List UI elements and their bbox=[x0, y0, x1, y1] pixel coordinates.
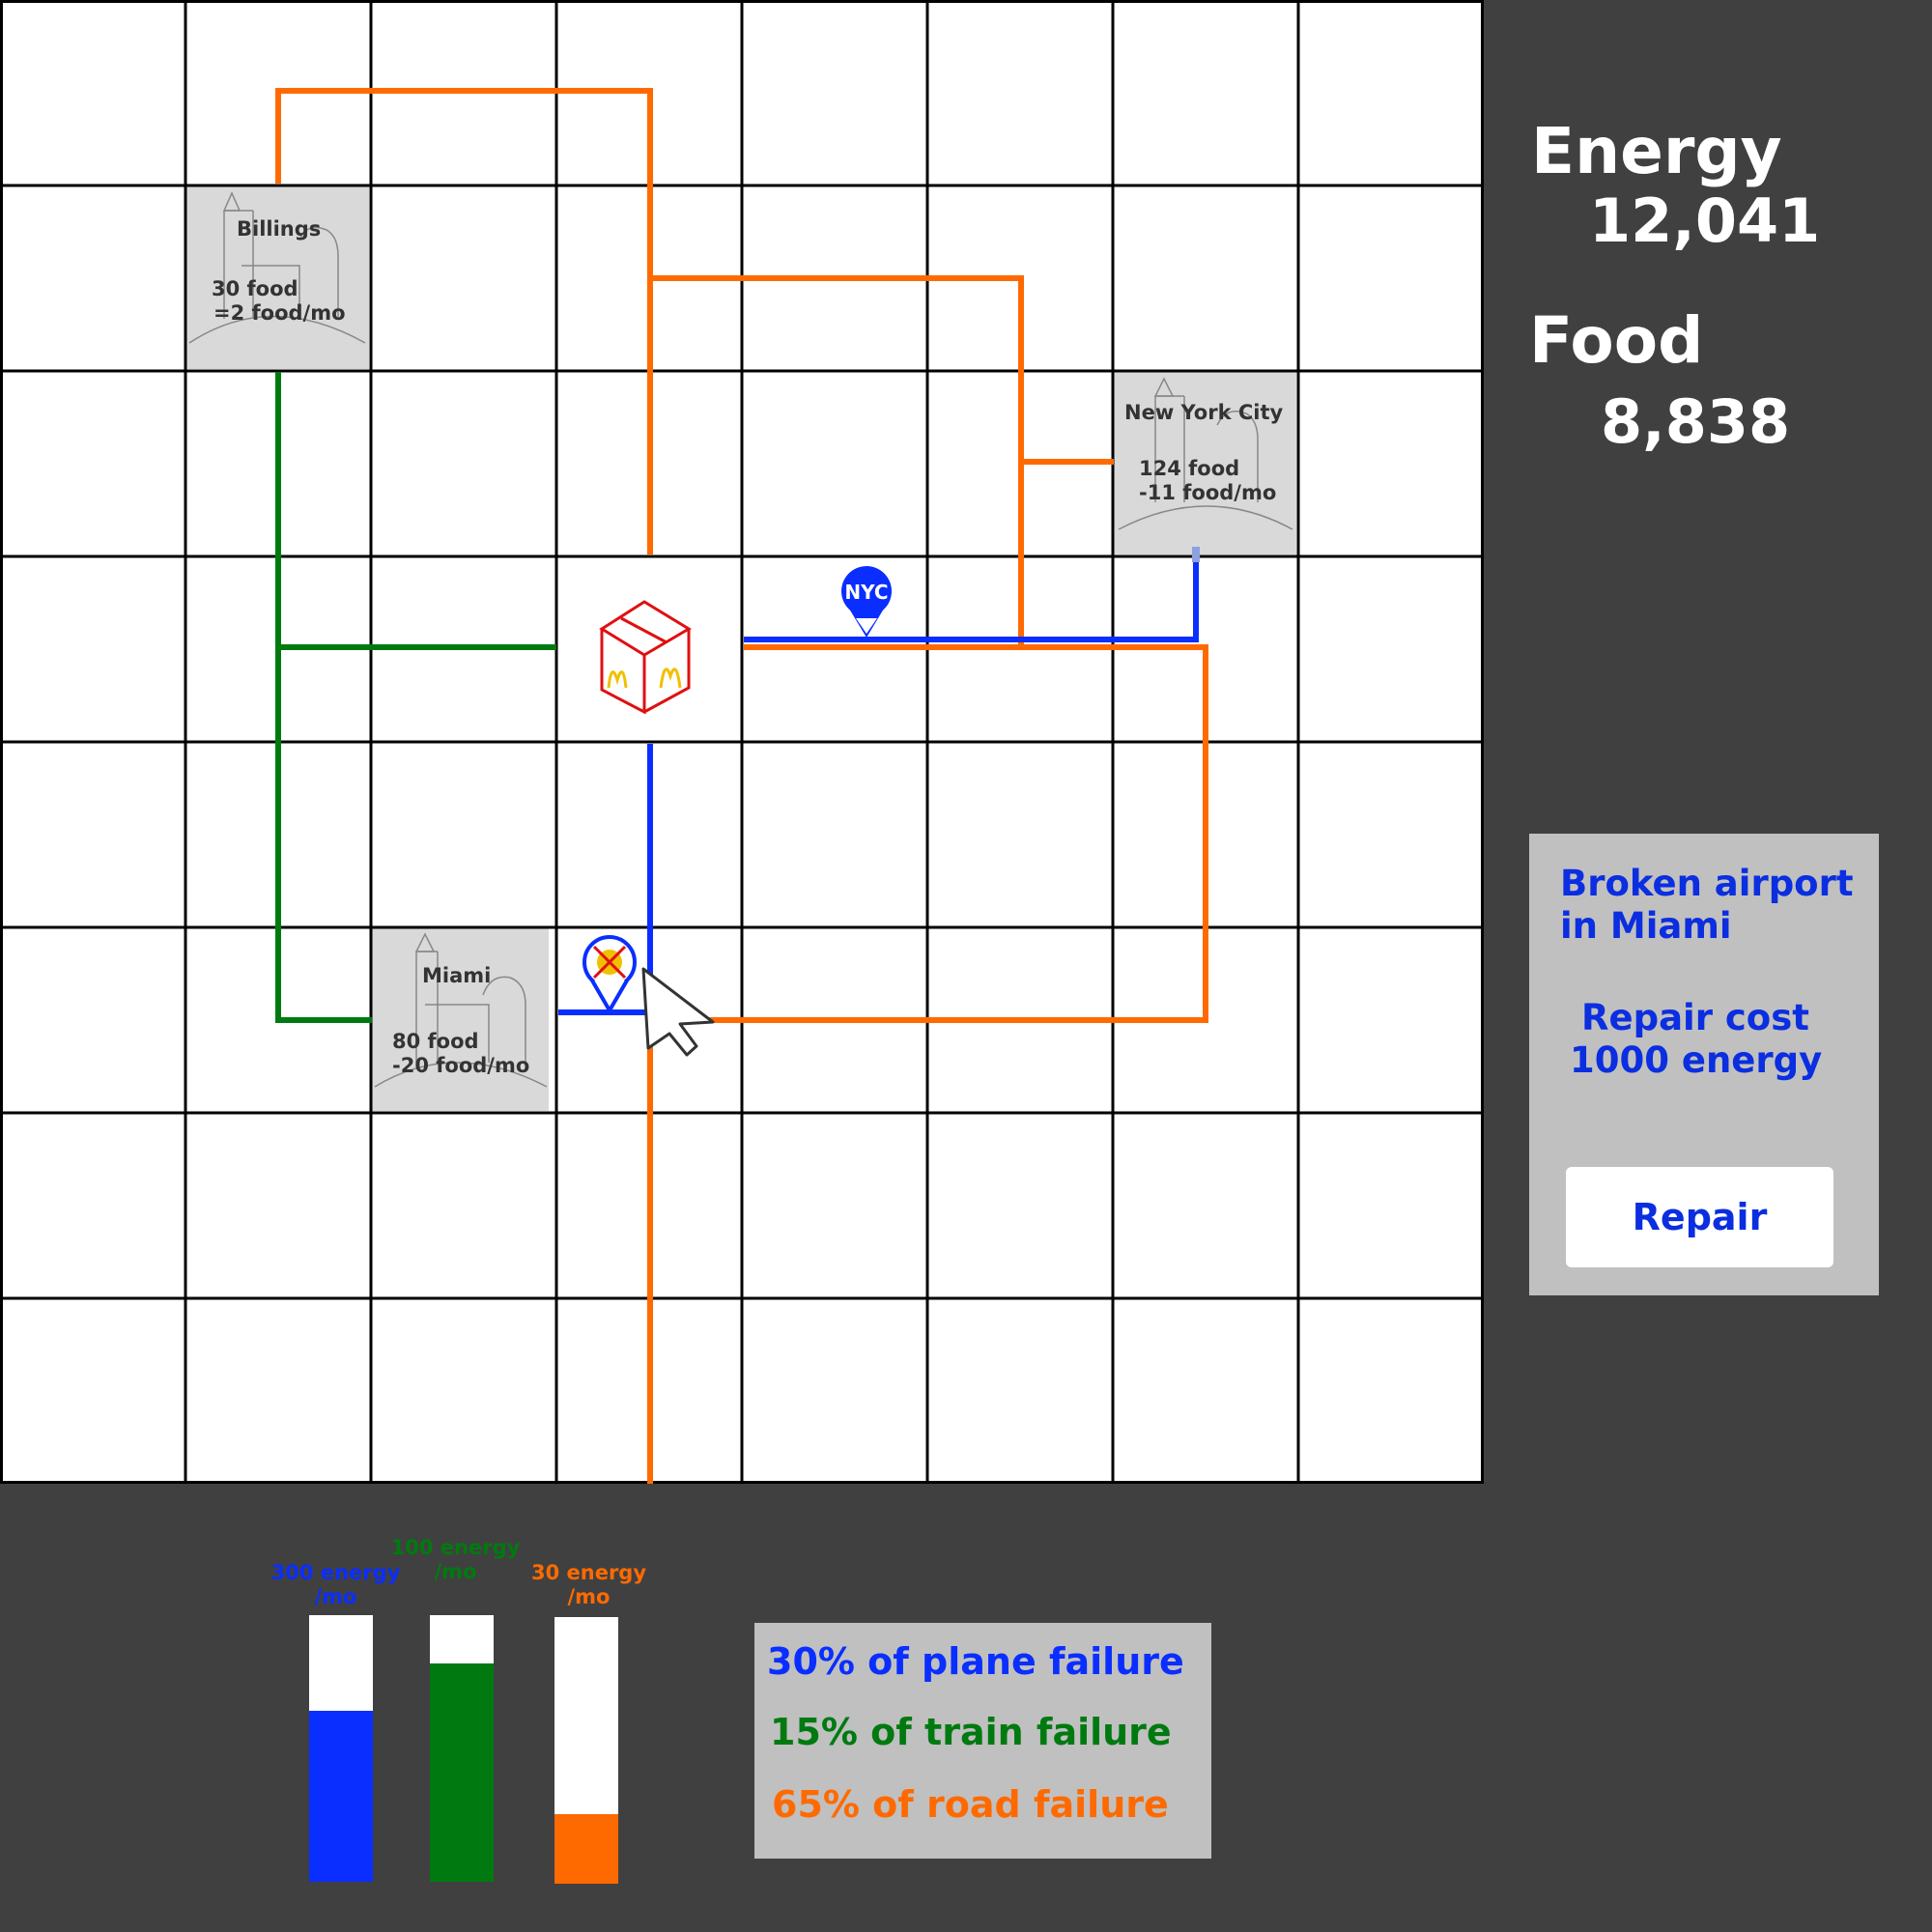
train-network bbox=[275, 372, 556, 1023]
food-label: Food bbox=[1529, 303, 1704, 378]
plane-failure-text: 30% of plane failure bbox=[767, 1640, 1184, 1683]
energy-value: 12,041 bbox=[1589, 185, 1821, 256]
plane-energy-bar bbox=[309, 1615, 373, 1882]
nyc-airport-label: NYC bbox=[844, 581, 888, 604]
road-energy-bar bbox=[554, 1617, 618, 1884]
road-energy-line1: 30 energy bbox=[530, 1561, 647, 1584]
broken-airport-icon[interactable] bbox=[582, 935, 637, 1014]
city-rate-miami: -20 food/mo bbox=[392, 1054, 529, 1077]
train-energy-line1: 100 energy bbox=[390, 1536, 521, 1559]
repair-cost-line2: 1000 energy bbox=[1570, 1039, 1823, 1081]
repair-cost-line1: Repair cost bbox=[1581, 997, 1809, 1038]
plane-energy-fill bbox=[309, 1711, 373, 1882]
city-rate-new-york-city: -11 food/mo bbox=[1139, 481, 1276, 504]
mouse-cursor-icon bbox=[641, 967, 715, 1057]
city-food-new-york-city: 124 food bbox=[1139, 457, 1239, 480]
train-energy-line2: /mo bbox=[434, 1560, 477, 1583]
city-food-miami: 80 food bbox=[392, 1030, 479, 1053]
energy-label: Energy bbox=[1531, 114, 1782, 188]
road-failure-text: 65% of road failure bbox=[772, 1783, 1169, 1826]
train-energy-label: 100 energy /mo bbox=[385, 1536, 526, 1584]
map-pin-icon[interactable]: NYC bbox=[841, 566, 892, 638]
plane-energy-line2: /mo bbox=[314, 1585, 357, 1608]
failure-panel: 30% of plane failure 15% of train failur… bbox=[754, 1623, 1211, 1859]
city-name-miami: Miami bbox=[422, 964, 491, 987]
game-board[interactable]: NYC Billings 30 food =2 food/mo New York… bbox=[0, 0, 1484, 1484]
alert-title-line1: Broken airport bbox=[1560, 863, 1854, 904]
city-tile-miami[interactable] bbox=[372, 927, 549, 1111]
alert-panel: Broken airport in Miami Repair cost 1000… bbox=[1529, 834, 1879, 1295]
road-energy-line2: /mo bbox=[567, 1585, 611, 1608]
city-name-billings: Billings bbox=[237, 217, 321, 241]
warehouse-tile bbox=[559, 559, 740, 740]
road-energy-fill bbox=[554, 1814, 618, 1884]
train-energy-fill bbox=[430, 1662, 494, 1882]
nyc-airport-stub bbox=[1192, 547, 1200, 562]
road-energy-label: 30 energy /mo bbox=[519, 1561, 659, 1609]
train-energy-bar bbox=[430, 1615, 494, 1882]
food-value: 8,838 bbox=[1601, 386, 1791, 457]
city-rate-billings: =2 food/mo bbox=[213, 301, 346, 325]
map-svg: NYC Billings 30 food =2 food/mo New York… bbox=[0, 0, 1484, 1484]
city-name-new-york-city: New York City bbox=[1124, 401, 1284, 424]
repair-button[interactable]: Repair bbox=[1566, 1167, 1833, 1267]
city-food-billings: 30 food bbox=[212, 277, 298, 300]
alert-title-line2: in Miami bbox=[1560, 905, 1732, 947]
train-failure-text: 15% of train failure bbox=[770, 1711, 1172, 1753]
